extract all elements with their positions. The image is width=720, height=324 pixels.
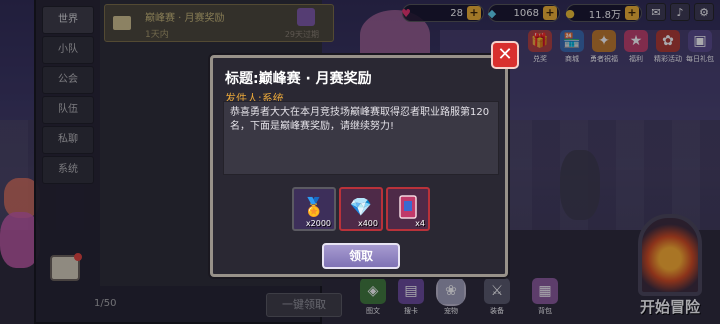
dialog-title: 标题:巅峰赛 · 月赛奖励	[225, 71, 372, 87]
close-icon[interactable]: ✕	[491, 41, 519, 69]
reward-medal[interactable]: 🏅 x2000	[292, 187, 336, 231]
reward-qty: x2000	[305, 219, 331, 228]
collect-button[interactable]: 领取	[322, 243, 400, 269]
mail-detail-dialog: 标题:巅峰赛 · 月赛奖励 发件人:系统 恭喜勇者大大在本月竞技场巅峰赛取得忍者…	[210, 55, 508, 277]
reward-qty: x400	[357, 219, 378, 228]
reward-card[interactable]: x4	[386, 187, 430, 231]
dialog-body: 恭喜勇者大大在本月竞技场巅峰赛取得忍者职业路服第120名，下面是巅峰赛奖励，请继…	[223, 101, 499, 175]
reward-qty: x4	[415, 219, 425, 228]
reward-diamond[interactable]: 💎 x400	[339, 187, 383, 231]
medal-icon: 🏅	[302, 196, 326, 218]
card-icon	[396, 195, 420, 219]
diamond-icon: 💎	[349, 196, 373, 218]
